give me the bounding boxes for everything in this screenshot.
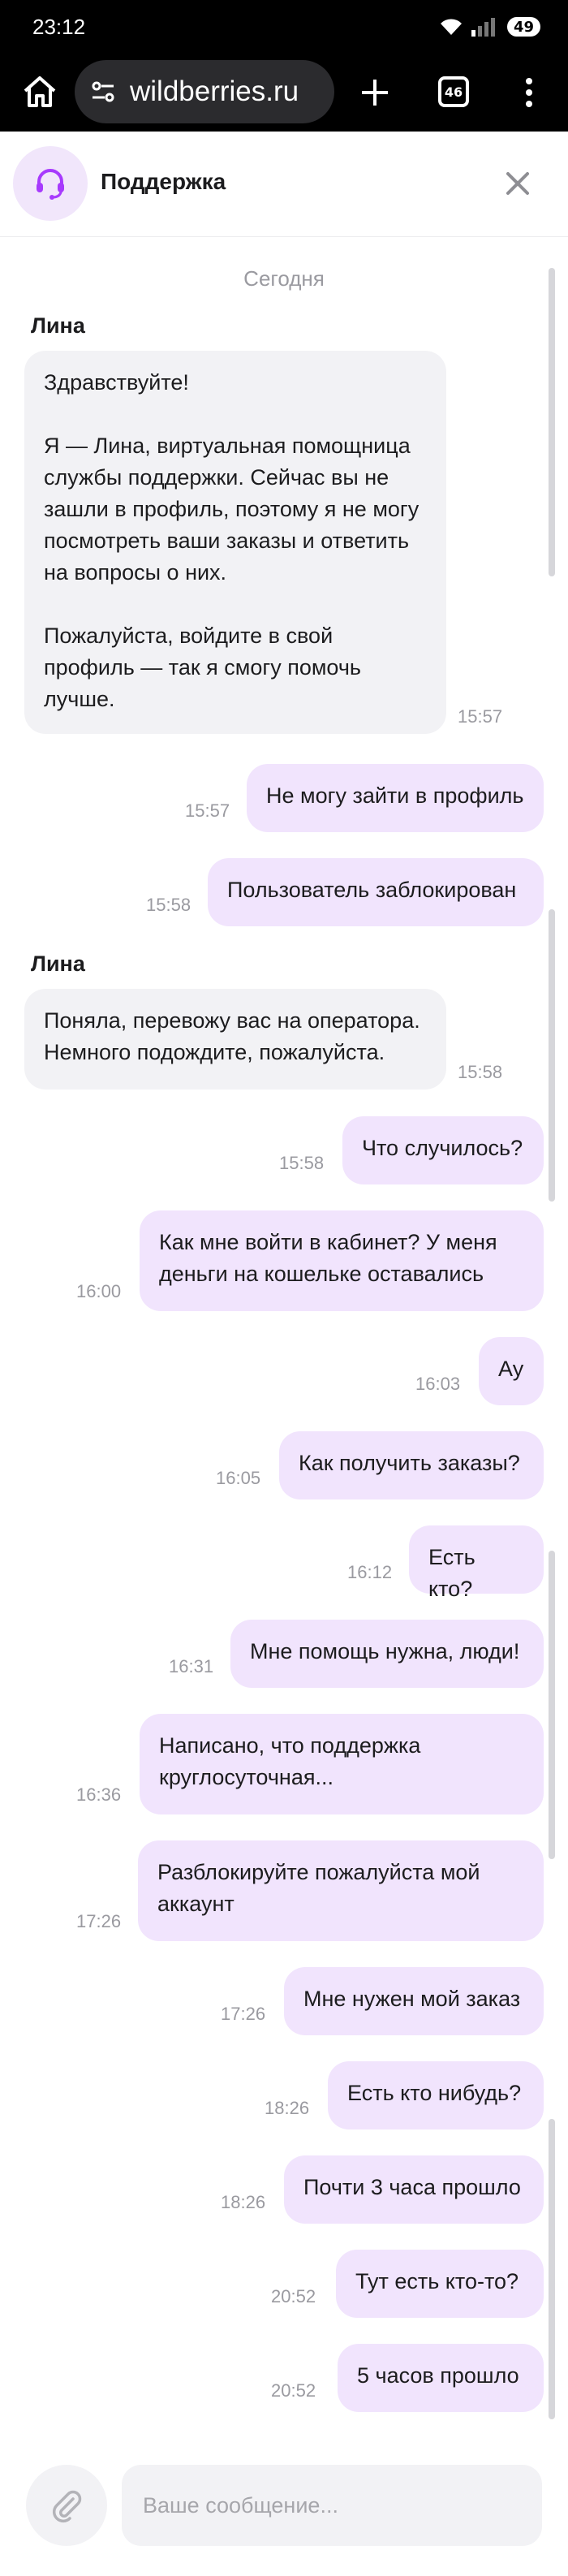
outgoing-message: Написано, что поддержка круглосуточная..… <box>140 1714 544 1814</box>
message-time: 18:26 <box>221 2192 266 2212</box>
outgoing-message: Пользователь заблокирован <box>208 858 544 926</box>
message-time: 18:26 <box>265 2098 310 2118</box>
outgoing-message: Не могу зайти в профиль <box>247 764 544 832</box>
attach-button[interactable] <box>26 2465 107 2546</box>
browser-toolbar: wildberries.ru 46 <box>0 54 568 132</box>
browser-menu-button[interactable] <box>516 73 542 112</box>
status-time: 23:12 <box>32 14 86 39</box>
paperclip-icon <box>52 2490 82 2523</box>
outgoing-message: Ау <box>479 1337 544 1405</box>
page-title: Поддержка <box>101 169 226 194</box>
battery-indicator: 49 <box>506 17 540 37</box>
plus-icon <box>362 80 388 106</box>
message-time: 17:26 <box>76 1911 122 1931</box>
message-time: 15:58 <box>458 1062 503 1082</box>
status-bar: 23:12 49 <box>0 0 568 54</box>
outgoing-message: Есть кто? <box>409 1525 544 1601</box>
address-bar[interactable]: wildberries.ru <box>75 60 334 123</box>
chat-header: Поддержка <box>0 132 568 237</box>
message-time: 15:57 <box>458 706 503 727</box>
outgoing-message: 5 часов прошло <box>338 2344 544 2412</box>
message-sender: Лина <box>31 951 85 976</box>
new-tab-button[interactable] <box>355 73 394 112</box>
outgoing-message: Как мне войти в кабинет? У меня деньги н… <box>140 1210 544 1311</box>
outgoing-message: Что случилось? <box>342 1116 544 1184</box>
headset-icon <box>37 169 64 200</box>
wifi-icon <box>440 19 462 35</box>
signal-icon <box>471 18 495 37</box>
close-icon <box>506 172 529 195</box>
incoming-message: Поняла, перевожу вас на оператора. Немно… <box>24 989 446 1090</box>
incoming-message: Здравствуйте! Я — Лина, виртуальная помо… <box>24 351 446 734</box>
message-time: 16:31 <box>169 1656 214 1676</box>
close-button[interactable] <box>498 164 537 203</box>
message-input[interactable] <box>122 2465 542 2546</box>
message-sender: Лина <box>31 313 85 338</box>
home-icon <box>24 76 56 107</box>
status-icons: 49 <box>439 17 540 37</box>
outgoing-message: Разблокируйте пожалуйста мой аккаунт <box>138 1840 544 1941</box>
date-separator: Сегодня <box>243 266 325 291</box>
tab-switcher-button[interactable]: 46 <box>438 76 469 107</box>
message-time: 17:26 <box>221 2004 266 2024</box>
message-time: 16:03 <box>415 1374 461 1394</box>
home-button[interactable] <box>18 70 62 114</box>
message-composer <box>0 2439 568 2576</box>
message-time: 16:05 <box>216 1468 261 1488</box>
outgoing-message: Есть кто нибудь? <box>328 2061 544 2129</box>
outgoing-message: Почти 3 часа прошло <box>284 2155 544 2224</box>
outgoing-message: Мне помощь нужна, люди! <box>230 1620 544 1688</box>
site-settings-icon[interactable] <box>89 78 117 106</box>
outgoing-message: Тут есть кто-то? <box>336 2250 544 2318</box>
message-time: 16:36 <box>76 1784 122 1805</box>
message-list: Сегодня Лина Здравствуйте! Я — Лина, вир… <box>0 237 568 2439</box>
message-time: 15:58 <box>279 1153 325 1173</box>
message-time: 20:52 <box>271 2286 316 2306</box>
message-time: 16:00 <box>76 1281 122 1301</box>
outgoing-message: Мне нужен мой заказ <box>284 1967 544 2035</box>
message-time: 20:52 <box>271 2380 316 2401</box>
avatar <box>13 146 88 221</box>
message-time: 16:12 <box>347 1562 393 1582</box>
message-time: 15:57 <box>185 800 230 821</box>
outgoing-message: Как получить заказы? <box>279 1431 544 1499</box>
more-vertical-icon <box>526 78 532 107</box>
message-time: 15:58 <box>146 895 191 915</box>
url-text: wildberries.ru <box>130 76 299 107</box>
